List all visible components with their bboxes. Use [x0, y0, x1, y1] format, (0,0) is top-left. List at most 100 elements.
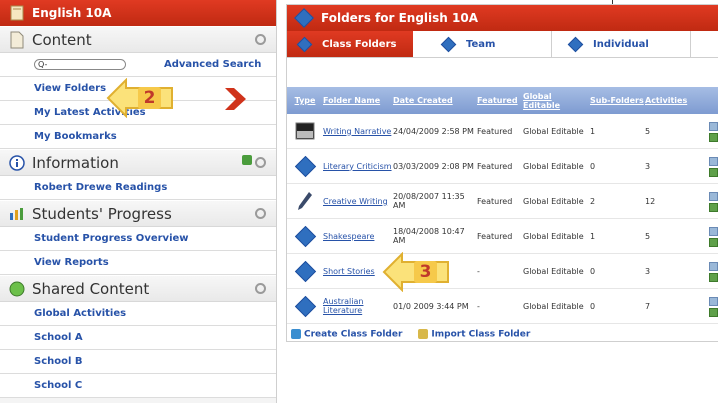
subfolders-cell: 0 — [590, 161, 596, 171]
callout-2: 2 — [106, 78, 173, 118]
add-icon[interactable] — [242, 155, 252, 165]
sidebar-item-school-c[interactable]: School C — [0, 374, 276, 398]
section-shared[interactable]: Shared Content — [0, 275, 276, 302]
globe-icon — [8, 280, 26, 298]
table-row[interactable]: Shakespeare 18/04/2008 10:47 AM Featured… — [287, 219, 718, 254]
global-cell: Global Editable — [523, 161, 584, 171]
date-cell: 20/08/2007 11:35 AM — [393, 192, 465, 210]
sidebar-item-readings[interactable]: Robert Drewe Readings — [0, 176, 276, 200]
folder-link[interactable]: Australian Literature — [323, 297, 363, 315]
gear-icon[interactable] — [255, 283, 266, 294]
featured-cell: Featured — [477, 196, 513, 206]
subfolders-cell: 1 — [590, 126, 596, 136]
app-root: English 10A Content Q- Advanced Search V… — [0, 0, 718, 403]
gear-icon[interactable] — [255, 208, 266, 219]
table-row[interactable]: Literary Criticism 03/03/2009 2:08 PM Fe… — [287, 149, 718, 184]
global-cell: Global Editable — [523, 231, 584, 241]
table-row[interactable]: Creative Writing 20/08/2007 11:35 AM Fea… — [287, 184, 718, 219]
row-action-icons[interactable] — [709, 192, 718, 212]
image-folder-icon — [287, 122, 323, 140]
folder-link[interactable]: Writing Narrative — [323, 127, 391, 136]
gear-icon[interactable] — [255, 157, 266, 168]
col-folder-name[interactable]: Folder Name — [323, 96, 393, 105]
col-date-created[interactable]: Date Created — [393, 96, 477, 105]
course-icon — [10, 5, 24, 21]
row-action-icons[interactable] — [709, 157, 718, 177]
activities-cell: 7 — [645, 301, 651, 311]
diamond-icon — [440, 36, 457, 52]
section-content[interactable]: Content — [0, 26, 276, 53]
bar-chart-icon — [8, 205, 26, 223]
folder-actions: Create Class Folder Import Class Folder — [291, 329, 530, 340]
sidebar-item-view-reports[interactable]: View Reports — [0, 251, 276, 275]
gear-icon[interactable] — [255, 34, 266, 45]
create-folder-icon — [291, 329, 301, 339]
folders-table: Type Folder Name Date Created Featured G… — [287, 87, 718, 324]
activities-cell: 3 — [645, 266, 651, 276]
table-header: Type Folder Name Date Created Featured G… — [287, 87, 718, 114]
info-icon — [8, 154, 26, 172]
diamond-icon — [567, 36, 584, 52]
tab-individual[interactable]: Individual — [551, 31, 691, 57]
col-global-editable[interactable]: Global Editable — [523, 92, 590, 110]
activities-cell: 3 — [645, 161, 651, 171]
col-sub-folders[interactable]: Sub-Folders — [590, 96, 645, 105]
section-progress[interactable]: Students' Progress — [0, 200, 276, 227]
section-title: Information — [32, 153, 119, 172]
date-cell: 03/03/2009 2:08 PM — [393, 161, 474, 171]
diamond-icon — [296, 36, 313, 52]
document-icon — [8, 31, 26, 49]
col-type[interactable]: Type — [287, 96, 323, 105]
section-title: Shared Content — [32, 279, 150, 298]
featured-cell: Featured — [477, 231, 513, 241]
folder-link[interactable]: Shakespeare — [323, 232, 374, 241]
create-class-folder-button[interactable]: Create Class Folder — [291, 329, 402, 340]
table-row[interactable]: Writing Narrative 24/04/2009 2:58 PM Fea… — [287, 114, 718, 149]
featured-cell: - — [477, 266, 480, 276]
section-information[interactable]: Information — [0, 149, 276, 176]
date-cell: 24/04/2009 2:58 PM — [393, 126, 474, 136]
table-row[interactable]: Australian Literature 01/0 2009 3:44 PM … — [287, 289, 718, 324]
import-class-folder-button[interactable]: Import Class Folder — [418, 329, 530, 340]
sidebar-item-school-b[interactable]: School B — [0, 350, 276, 374]
table-row[interactable]: Short Stories :16 - Global Editable 0 3 — [287, 254, 718, 289]
row-action-icons[interactable] — [709, 297, 718, 317]
featured-cell: Featured — [477, 161, 513, 171]
tab-team[interactable]: Team — [413, 31, 551, 57]
global-cell: Global Editable — [523, 266, 584, 276]
course-title: English 10A — [32, 6, 112, 20]
import-folder-icon — [418, 329, 429, 339]
col-activities[interactable]: Activities — [645, 96, 705, 105]
folder-link[interactable]: Literary Criticism — [323, 162, 392, 171]
row-action-icons[interactable] — [709, 262, 718, 282]
pencil-icon — [287, 191, 323, 211]
date-cell: 18/04/2008 10:47 AM — [393, 227, 465, 245]
folders-frame: Folders for English 10A Class Folders Te… — [286, 4, 718, 342]
sidebar-item-progress-overview[interactable]: Student Progress Overview — [0, 227, 276, 251]
search-input[interactable]: Q- — [34, 59, 126, 70]
folder-link[interactable]: Creative Writing — [323, 197, 388, 206]
chevron-right-icon — [225, 88, 246, 110]
subfolders-cell: 0 — [590, 301, 596, 311]
folder-link[interactable]: Short Stories — [323, 267, 375, 276]
tab-bar: Class Folders Team Individual — [287, 31, 718, 58]
sidebar-item-global-activities[interactable]: Global Activities — [0, 302, 276, 326]
global-cell: Global Editable — [523, 301, 584, 311]
row-action-icons[interactable] — [709, 122, 718, 142]
activities-cell: 12 — [645, 196, 656, 206]
subfolders-cell: 1 — [590, 231, 596, 241]
advanced-search-link[interactable]: Advanced Search — [164, 59, 261, 70]
tab-class-folders[interactable]: Class Folders — [287, 31, 413, 57]
global-cell: Global Editable — [523, 196, 584, 206]
section-title: Students' Progress — [32, 204, 172, 223]
diamond-folder-icon — [287, 295, 323, 317]
featured-cell: - — [477, 301, 480, 311]
diamond-folder-icon — [287, 260, 323, 282]
row-action-icons[interactable] — [709, 227, 718, 247]
col-featured[interactable]: Featured — [477, 96, 523, 105]
global-cell: Global Editable — [523, 126, 584, 136]
subfolders-cell: 2 — [590, 196, 596, 206]
sidebar-item-school-a[interactable]: School A — [0, 326, 276, 350]
sidebar-item-bookmarks[interactable]: My Bookmarks — [0, 125, 276, 149]
search-row: Q- Advanced Search — [0, 53, 276, 77]
